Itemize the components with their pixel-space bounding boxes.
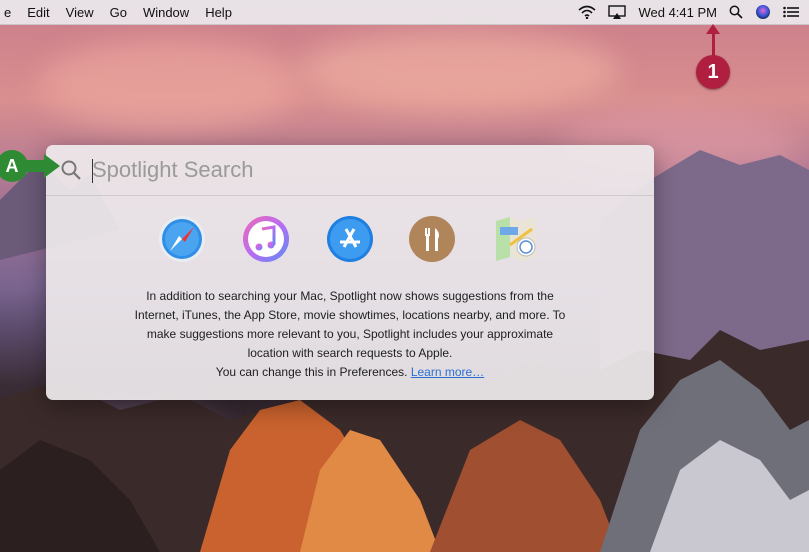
notification-center-icon[interactable] — [783, 6, 799, 18]
preferences-text: You can change this in Preferences. — [215, 365, 408, 379]
menu-view[interactable]: View — [66, 5, 94, 20]
menu-go[interactable]: Go — [110, 5, 127, 20]
menu-bar: e Edit View Go Window Help Wed 4:41 PM — [0, 0, 809, 25]
suggestion-icons-row — [46, 215, 654, 271]
itunes-icon[interactable] — [242, 215, 290, 263]
app-store-icon[interactable] — [326, 215, 374, 263]
spotlight-panel: In addition to searching your Mac, Spotl… — [46, 145, 654, 400]
menu-window[interactable]: Window — [143, 5, 189, 20]
callout-a-arrow-tip — [44, 154, 60, 178]
search-icon — [60, 159, 82, 186]
safari-icon[interactable] — [158, 215, 206, 263]
menu-edit[interactable]: Edit — [27, 5, 49, 20]
spotlight-info-text: In addition to searching your Mac, Spotl… — [86, 287, 614, 382]
spotlight-search-icon[interactable] — [729, 5, 743, 19]
info-line: In addition to searching your Mac, Spotl… — [146, 289, 554, 303]
menu-bar-status-area: Wed 4:41 PM — [578, 0, 799, 24]
info-line: Internet, iTunes, the App Store, movie s… — [134, 308, 566, 322]
menu-bar-clock[interactable]: Wed 4:41 PM — [638, 5, 717, 20]
menu-help[interactable]: Help — [205, 5, 232, 20]
info-line: location with search requests to Apple. — [247, 346, 453, 360]
wifi-icon[interactable] — [578, 5, 596, 19]
preferences-line: You can change this in Preferences. Lear… — [86, 363, 614, 382]
menu-finder[interactable]: e — [4, 5, 11, 20]
callout-1-stem — [712, 30, 715, 57]
spotlight-search-input[interactable] — [92, 155, 632, 185]
text-caret — [92, 159, 93, 183]
airplay-icon[interactable] — [608, 5, 627, 19]
siri-icon[interactable] — [755, 4, 771, 20]
info-line: make suggestions more relevant to you, S… — [146, 327, 554, 341]
spotlight-search-row — [46, 145, 654, 196]
restaurants-icon[interactable] — [408, 215, 456, 263]
callout-step-1: 1 — [696, 55, 730, 89]
learn-more-link[interactable]: Learn more… — [411, 365, 484, 379]
maps-icon[interactable] — [492, 215, 540, 263]
